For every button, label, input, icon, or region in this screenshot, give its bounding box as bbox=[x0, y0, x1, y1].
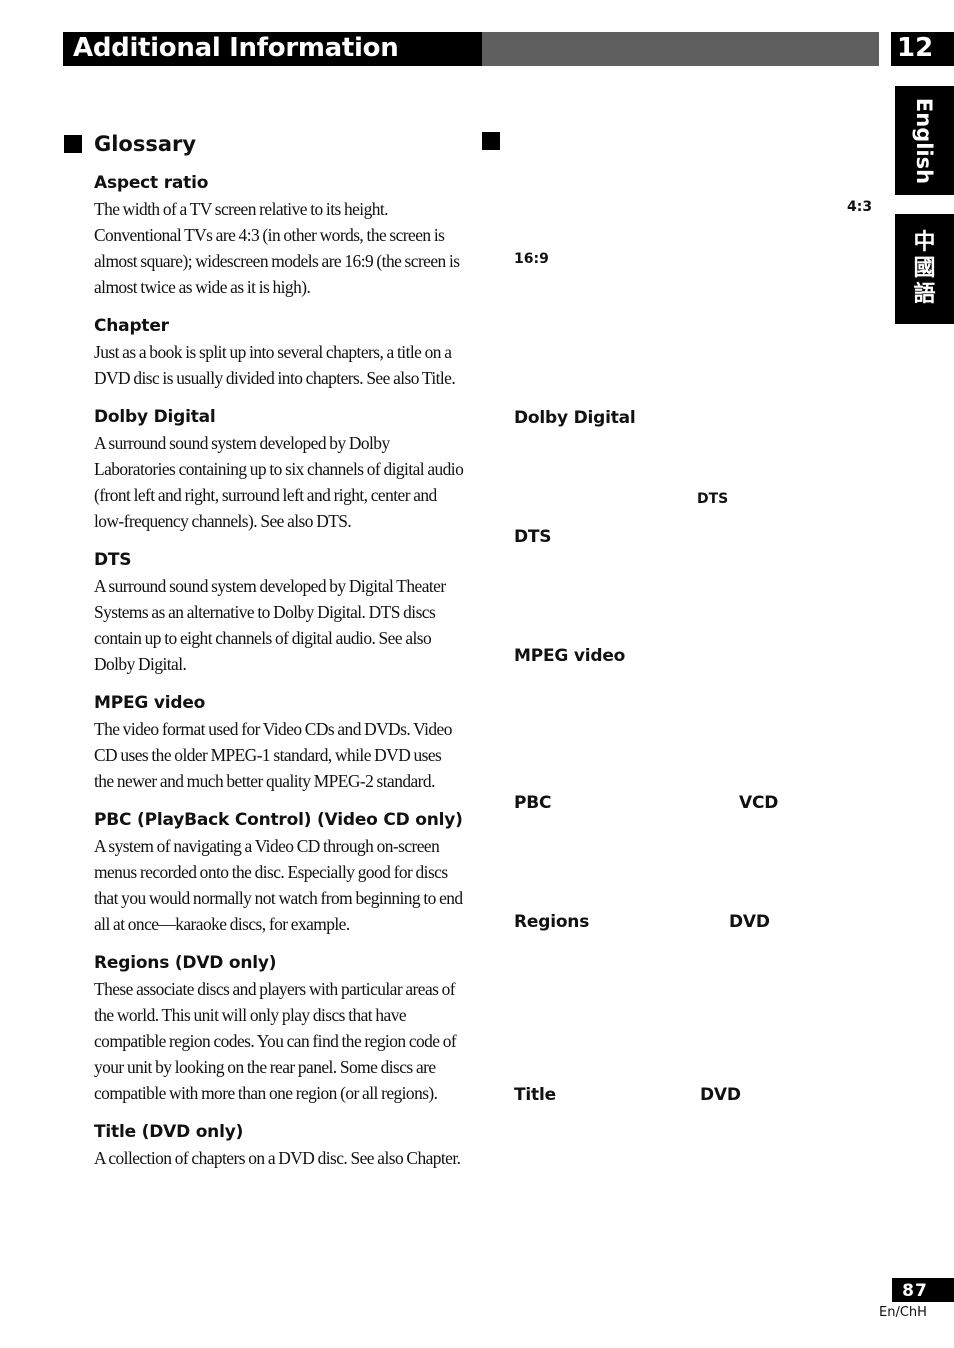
term-regions-dvd: DVD bbox=[729, 912, 770, 932]
glossary-term: Aspect ratio bbox=[94, 173, 209, 193]
tab-chinese-char: 國 bbox=[913, 256, 936, 281]
glossary-entry: Aspect ratio The width of a TV screen re… bbox=[94, 170, 464, 300]
glossary-definition: A surround sound system developed by Dig… bbox=[94, 576, 446, 674]
glossary-entry: Dolby Digital A surround sound system de… bbox=[94, 404, 464, 534]
glossary-title: Glossary bbox=[94, 132, 197, 156]
glossary-entry: PBC (PlayBack Control) (Video CD only) A… bbox=[94, 807, 464, 937]
glossary-definition: The width of a TV screen relative to its… bbox=[94, 199, 460, 297]
glossary-entry: DTS A surround sound system developed by… bbox=[94, 547, 464, 677]
glossary-definition: A collection of chapters on a DVD disc. … bbox=[94, 1148, 461, 1168]
glossary-term: Regions (DVD only) bbox=[94, 953, 277, 973]
inline-dts-label: DTS bbox=[697, 491, 729, 507]
term-pbc-vcd: VCD bbox=[739, 793, 779, 813]
tab-english-label: English bbox=[912, 97, 937, 184]
term-title: Title bbox=[514, 1085, 556, 1105]
glossary-entry: Title (DVD only) A collection of chapter… bbox=[94, 1119, 464, 1171]
tab-chinese-char: 語 bbox=[913, 282, 936, 307]
tab-chinese-char: 中 bbox=[913, 230, 936, 255]
glossary-definition: A surround sound system developed by Dol… bbox=[94, 433, 464, 531]
term-pbc: PBC bbox=[514, 793, 552, 813]
glossary-definition: The video format used for Video CDs and … bbox=[94, 719, 452, 791]
term-mpeg-video: MPEG video bbox=[514, 646, 626, 666]
tab-english[interactable]: English bbox=[895, 86, 954, 195]
language-code: En/ChH bbox=[879, 1305, 927, 1320]
tab-chinese-label: 中 國 語 bbox=[895, 214, 954, 324]
tab-chinese[interactable]: 中 國 語 bbox=[895, 214, 954, 324]
page-number: 87 bbox=[902, 1281, 928, 1301]
glossary-entry: MPEG video The video format used for Vid… bbox=[94, 690, 464, 794]
glossary-definition: Just as a book is split up into several … bbox=[94, 342, 456, 388]
term-regions: Regions bbox=[514, 912, 590, 932]
glossary-list: Aspect ratio The width of a TV screen re… bbox=[94, 170, 464, 1184]
chapter-number: 12 bbox=[897, 33, 934, 63]
header-bar-gray bbox=[482, 32, 879, 66]
term-dts: DTS bbox=[514, 527, 552, 547]
ratio-16-9-label: 16:9 bbox=[514, 251, 549, 267]
section-bullet-square-chinese bbox=[482, 132, 500, 150]
glossary-entry: Chapter Just as a book is split up into … bbox=[94, 313, 464, 391]
section-title: Additional Information bbox=[73, 33, 399, 63]
glossary-term: DTS bbox=[94, 550, 132, 570]
section-bullet-square bbox=[64, 135, 82, 153]
glossary-entry: Regions (DVD only) These associate discs… bbox=[94, 950, 464, 1106]
glossary-term: PBC (PlayBack Control) (Video CD only) bbox=[94, 810, 463, 830]
glossary-term: Title (DVD only) bbox=[94, 1122, 244, 1142]
ratio-4-3-label: 4:3 bbox=[847, 199, 873, 215]
glossary-term: Dolby Digital bbox=[94, 407, 216, 427]
glossary-definition: These associate discs and players with p… bbox=[94, 979, 457, 1103]
glossary-term: Chapter bbox=[94, 316, 169, 336]
glossary-definition: A system of navigating a Video CD throug… bbox=[94, 836, 463, 934]
glossary-term: MPEG video bbox=[94, 693, 206, 713]
term-title-dvd: DVD bbox=[700, 1085, 741, 1105]
term-dolby-digital: Dolby Digital bbox=[514, 408, 636, 428]
